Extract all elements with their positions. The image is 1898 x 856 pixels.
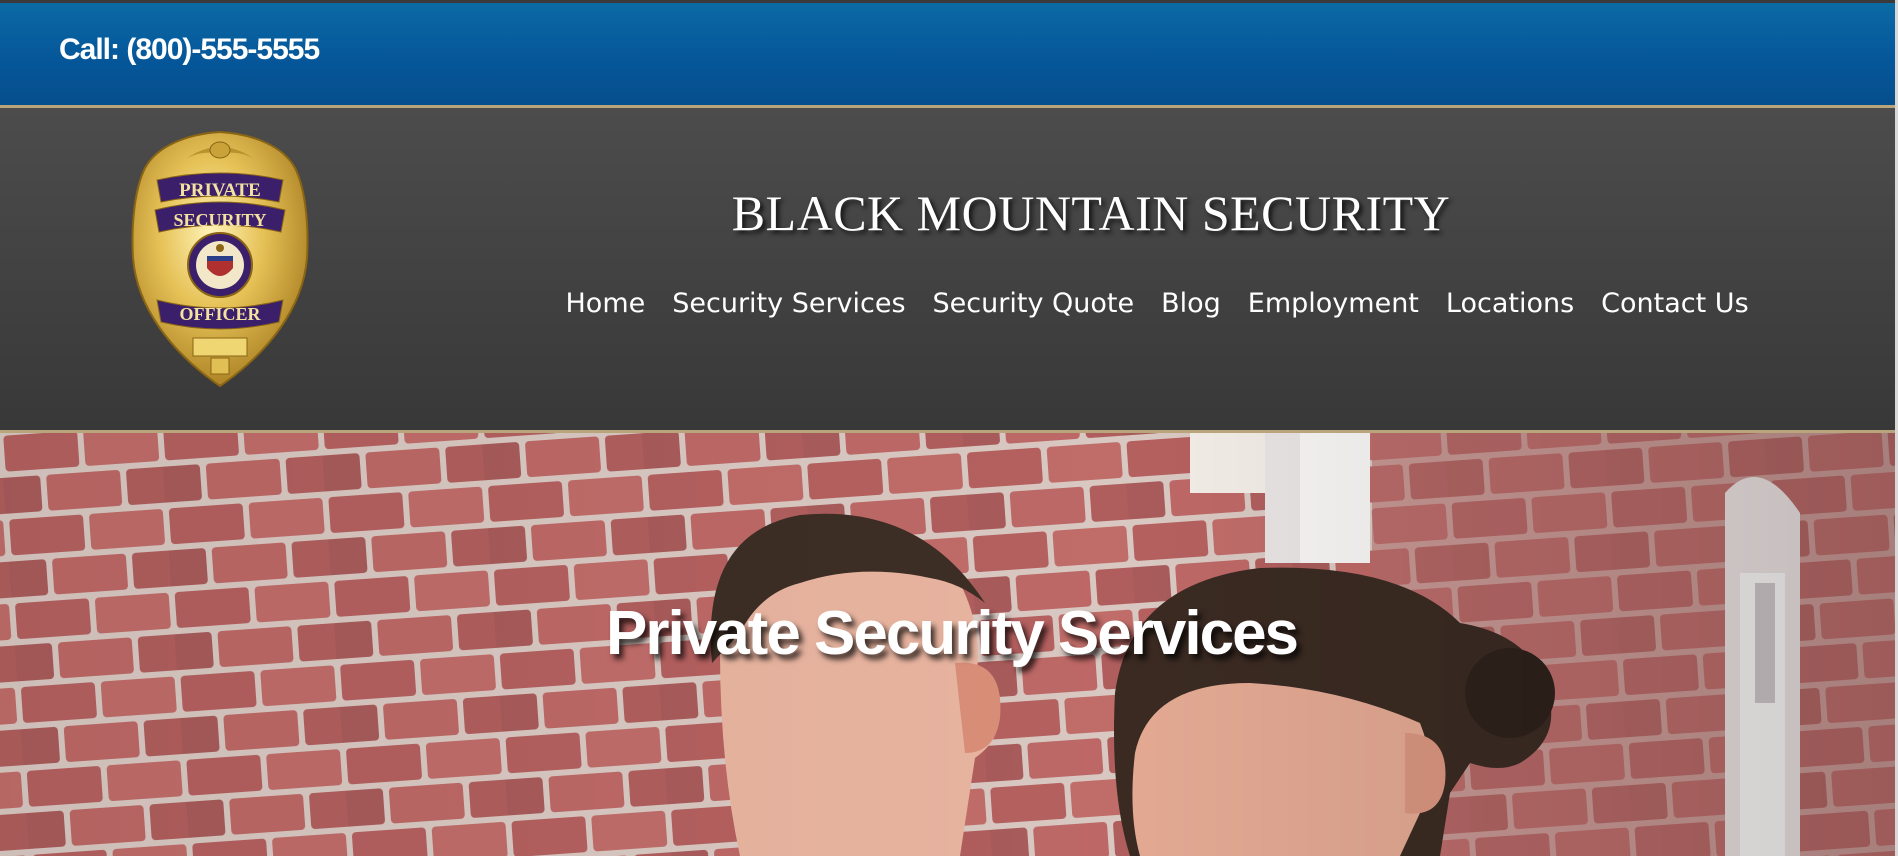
site-header: PRIVATE SECURITY OFFICER BLACK MOUNTAIN …	[0, 108, 1898, 433]
page: Call: (800)-555-5555 PRIVATE SECURITY OF…	[0, 0, 1898, 856]
nav-home[interactable]: Home	[552, 288, 659, 319]
hero-banner: Private Security Services	[0, 433, 1898, 856]
top-contact-bar: Call: (800)-555-5555	[0, 0, 1898, 108]
badge-text-top: PRIVATE	[179, 180, 261, 201]
nav-blog[interactable]: Blog	[1148, 288, 1235, 319]
nav-security-quote[interactable]: Security Quote	[919, 288, 1148, 319]
badge-text-bottom: OFFICER	[180, 304, 262, 324]
nav-security-services[interactable]: Security Services	[659, 288, 919, 319]
badge-text-mid: SECURITY	[173, 210, 266, 230]
site-title: BLACK MOUNTAIN SECURITY	[731, 185, 1451, 241]
nav-contact-us[interactable]: Contact Us	[1588, 288, 1762, 319]
phone-call-link[interactable]: Call: (800)-555-5555	[59, 33, 320, 67]
nav-employment[interactable]: Employment	[1234, 288, 1432, 319]
security-badge-icon[interactable]: PRIVATE SECURITY OFFICER	[127, 128, 314, 390]
main-nav: Home Security Services Security Quote Bl…	[552, 288, 1762, 319]
hero-title: Private Security Services	[606, 599, 1299, 668]
nav-locations[interactable]: Locations	[1432, 288, 1587, 319]
